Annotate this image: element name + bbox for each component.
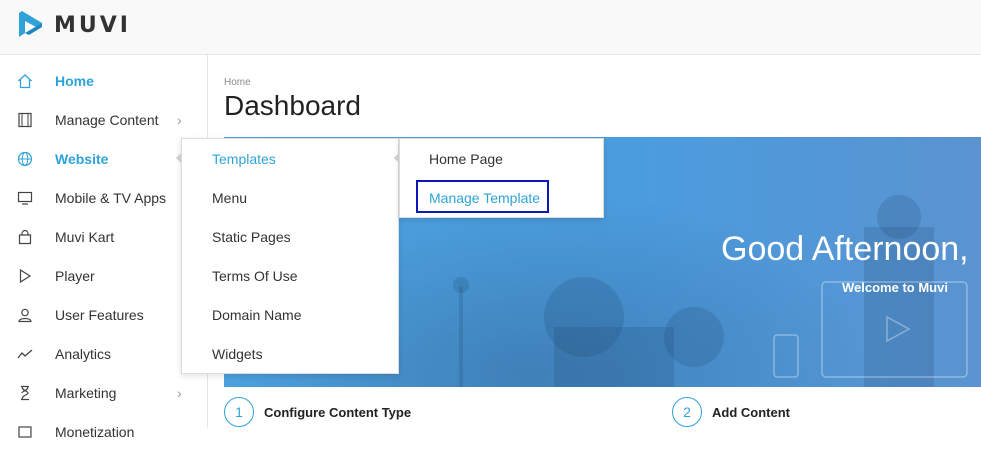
onboarding-step[interactable]: 2 Add Content xyxy=(672,397,790,427)
menu-item-menu[interactable]: Menu xyxy=(212,190,247,206)
sidebar-item-monetization[interactable]: Monetization xyxy=(0,412,208,451)
sidebar-item-label: Muvi Kart xyxy=(55,228,115,245)
film-icon xyxy=(16,111,34,129)
website-submenu: Templates Menu Static Pages Terms Of Use… xyxy=(176,138,399,374)
muvi-logo-icon xyxy=(19,11,42,37)
home-icon xyxy=(16,72,34,90)
chevron-right-icon: › xyxy=(177,384,182,401)
analytics-icon xyxy=(16,345,34,363)
sidebar: Home Manage Content › Website Mobile & T… xyxy=(0,55,208,440)
menu-caret-icon xyxy=(176,153,181,163)
step-number: 1 xyxy=(224,397,254,427)
sidebar-item-marketing[interactable]: Marketing › xyxy=(0,373,208,412)
menu-item-widgets[interactable]: Widgets xyxy=(212,346,263,362)
sidebar-item-home[interactable]: Home xyxy=(0,61,208,100)
step-number: 2 xyxy=(672,397,702,427)
sidebar-item-label: Home xyxy=(55,72,94,89)
onboarding-step[interactable]: 1 Configure Content Type xyxy=(224,397,411,427)
menu-item-terms-of-use[interactable]: Terms Of Use xyxy=(212,268,298,284)
menu-item-home-page[interactable]: Home Page xyxy=(429,151,503,167)
step-label: Configure Content Type xyxy=(264,404,412,420)
sidebar-item-label: Analytics xyxy=(55,345,112,362)
welcome-text: Welcome to Muvi xyxy=(842,280,948,295)
hourglass-icon xyxy=(16,384,34,402)
shopping-bag-icon xyxy=(16,228,34,246)
sidebar-item-mobile-tv-apps[interactable]: Mobile & TV Apps xyxy=(0,178,208,217)
menu-caret-icon xyxy=(394,153,399,163)
sidebar-item-label: Mobile & TV Apps xyxy=(55,189,167,206)
chevron-right-icon: › xyxy=(177,111,182,128)
sidebar-item-label: Website xyxy=(55,150,109,167)
monetization-icon xyxy=(16,423,34,441)
page-title: Dashboard xyxy=(224,90,361,121)
sidebar-item-label: User Features xyxy=(55,306,144,323)
step-label: Add Content xyxy=(712,404,790,420)
sidebar-item-analytics[interactable]: Analytics xyxy=(0,334,208,373)
sidebar-item-label: Player xyxy=(55,267,95,284)
sidebar-item-label: Manage Content xyxy=(55,111,159,128)
muvi-logo[interactable]: MUVI xyxy=(16,9,131,41)
top-bar: MUVI xyxy=(0,0,981,55)
globe-icon xyxy=(16,150,34,168)
play-icon xyxy=(16,267,34,285)
breadcrumb[interactable]: Home xyxy=(224,77,251,88)
sidebar-item-label: Marketing xyxy=(55,384,117,401)
menu-item-domain-name[interactable]: Domain Name xyxy=(212,307,301,323)
brand-name: MUVI xyxy=(54,12,131,38)
sidebar-item-label: Monetization xyxy=(55,423,135,440)
sidebar-item-manage-content[interactable]: Manage Content › xyxy=(0,100,208,139)
menu-item-templates[interactable]: Templates xyxy=(212,151,276,167)
manage-template-highlight xyxy=(416,180,549,213)
sidebar-item-user-features[interactable]: User Features xyxy=(0,295,208,334)
menu-item-static-pages[interactable]: Static Pages xyxy=(212,229,291,245)
sidebar-item-muvi-kart[interactable]: Muvi Kart xyxy=(0,217,208,256)
monitor-icon xyxy=(16,189,34,207)
sidebar-item-player[interactable]: Player xyxy=(0,256,208,295)
user-icon xyxy=(16,306,34,324)
greeting-text: Good Afternoon, xyxy=(721,230,969,268)
